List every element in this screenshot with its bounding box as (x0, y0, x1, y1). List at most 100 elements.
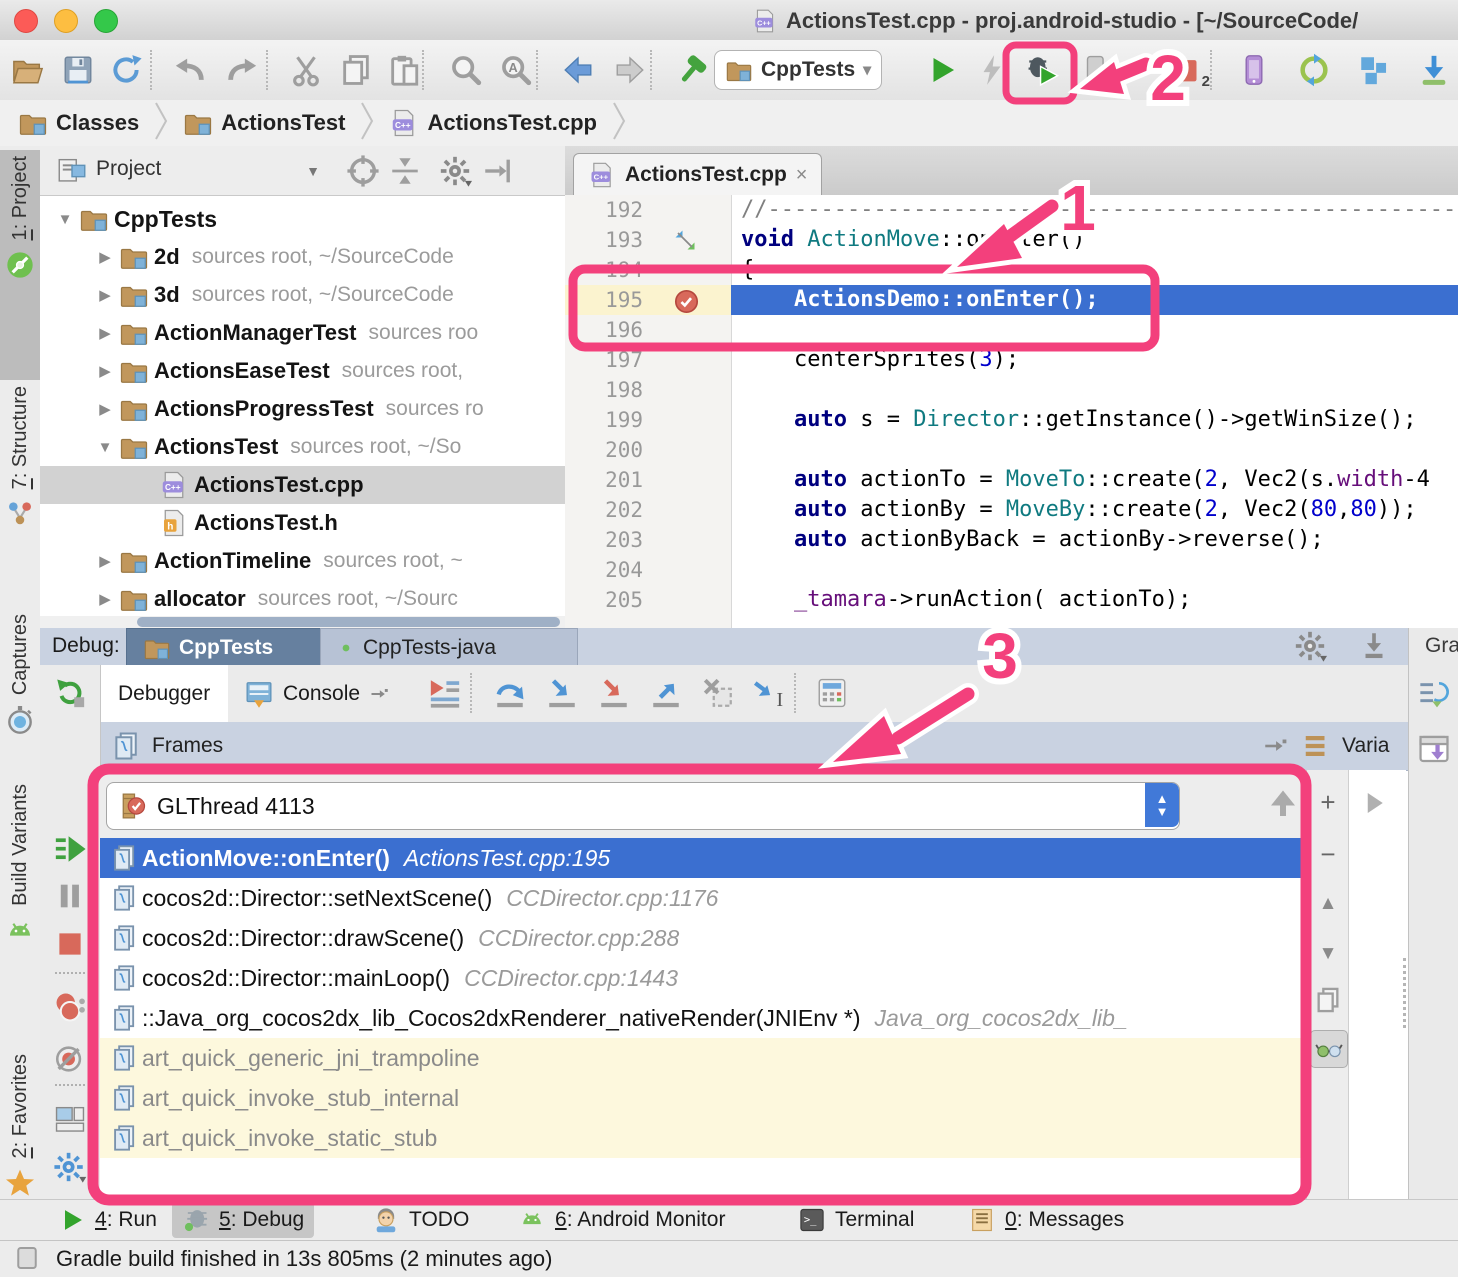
stack-frame[interactable]: ::Java_org_cocos2dx_lib_Cocos2dxRenderer… (100, 998, 1306, 1038)
tool-window-button-run[interactable]: 4: Run (48, 1202, 167, 1238)
gutter-line-201[interactable]: 201 (565, 465, 731, 495)
gutter-line-192[interactable]: 192 (565, 195, 731, 225)
find-button[interactable] (446, 52, 486, 88)
scroll-to-source-icon[interactable] (345, 154, 381, 188)
expand-variables-icon[interactable] (1359, 788, 1389, 818)
close-window-button[interactable] (14, 9, 38, 33)
sidebar-item-project[interactable]: 1: Project (0, 150, 40, 380)
profile-button[interactable]: 2 (1168, 52, 1208, 88)
projstruct-button[interactable] (1354, 52, 1394, 88)
previous-frame-icon[interactable] (1265, 786, 1301, 822)
tree-item-actionsprogresstest[interactable]: ▶ActionsProgressTestsources ro (40, 390, 565, 428)
gradlesync-button[interactable] (1294, 52, 1334, 88)
back-button[interactable] (558, 52, 598, 88)
tree-item-actionstest-h[interactable]: hActionsTest.h (40, 504, 565, 542)
cut-button[interactable] (286, 52, 326, 88)
avd-button[interactable] (1234, 52, 1274, 88)
code-text[interactable] (731, 375, 1458, 405)
tree-item-cpptests[interactable]: ▼CppTests (40, 200, 565, 238)
debug-settings-gear-icon[interactable] (1292, 629, 1328, 663)
gutter-line-198[interactable]: 198 (565, 375, 731, 405)
execution-line[interactable]: ActionsDemo::onEnter(); (731, 285, 1458, 315)
apply-button[interactable] (972, 52, 1012, 88)
stack-frame[interactable]: art_quick_invoke_stub_internal (100, 1078, 1306, 1118)
exec-point-button[interactable] (425, 675, 465, 711)
chevron-right-icon[interactable]: ▶ (92, 400, 118, 418)
gutter-line-204[interactable]: 204 (565, 555, 731, 585)
copy-stack-button[interactable] (1310, 982, 1346, 1018)
hammer-button[interactable] (672, 52, 712, 88)
stack-frame[interactable]: ActionMove::onEnter()ActionsTest.cpp:195 (100, 838, 1306, 878)
breakpoint-icon[interactable] (673, 288, 700, 315)
collapse-all-icon[interactable] (387, 154, 423, 188)
paste-button[interactable] (384, 52, 424, 88)
force-step-into-button[interactable] (594, 675, 634, 711)
move-frame-down-button[interactable]: ▼ (1310, 936, 1346, 972)
sync-button[interactable] (106, 52, 146, 88)
sidebar-item-build-variants[interactable]: Build Variants (0, 778, 40, 1048)
tree-item-actionstest-cpp[interactable]: C++ActionsTest.cpp (40, 466, 565, 504)
open-folder-button[interactable] (8, 52, 48, 88)
step-into-button[interactable] (542, 675, 582, 711)
breadcrumb-item-actionstest-cpp[interactable]: C++ActionsTest.cpp (389, 108, 597, 138)
move-frame-up-button[interactable]: ▲ (1310, 886, 1346, 922)
tool-window-button-messages[interactable]: 0: Messages (958, 1202, 1134, 1238)
sidebar-item-structure[interactable]: 7: Structure (0, 380, 40, 610)
code-text[interactable]: _tamara->runAction( actionTo); (731, 585, 1458, 615)
gutter-line-203[interactable]: 203 (565, 525, 731, 555)
code-text[interactable] (731, 315, 1458, 345)
gutter-line-197[interactable]: 197 (565, 345, 731, 375)
code-text[interactable]: void ActionMove::onEnter() (731, 225, 1458, 255)
drop-frame-button[interactable] (698, 675, 738, 711)
sidebar-item-captures[interactable]: Captures (0, 608, 40, 752)
tree-item-allocator[interactable]: ▶allocatorsources root, ~/Sourc (40, 580, 565, 618)
gear-blue-button[interactable] (52, 1149, 88, 1185)
replace-button[interactable]: A (496, 52, 536, 88)
save-button[interactable] (58, 52, 98, 88)
resume-button[interactable] (52, 831, 88, 867)
gutter-line-199[interactable]: 199 (565, 405, 731, 435)
tree-item-actionstest[interactable]: ▼ActionsTestsources root, ~/So (40, 428, 565, 466)
show-watches-button[interactable] (1310, 1030, 1348, 1068)
close-tab-icon[interactable]: × (796, 164, 808, 187)
run-configuration-selector[interactable]: CppTests▾ (714, 50, 882, 90)
code-text[interactable]: auto actionTo = MoveTo::create(2, Vec2(s… (731, 465, 1458, 495)
variables-menu-icon[interactable] (1302, 731, 1332, 761)
stack-frame[interactable]: cocos2d::Director::drawScene()CCDirector… (100, 918, 1306, 958)
code-text[interactable]: auto actionBy = MoveBy::create(2, Vec2(8… (731, 495, 1458, 525)
stack-frame[interactable]: cocos2d::Director::mainLoop()CCDirector.… (100, 958, 1306, 998)
chevron-right-icon[interactable]: ▶ (92, 552, 118, 570)
gutter-line-200[interactable]: 200 (565, 435, 731, 465)
gradle-import-icon[interactable] (1417, 732, 1451, 766)
thread-selector-stepper[interactable]: ▲▼ (1145, 783, 1179, 827)
run-button[interactable] (922, 52, 962, 88)
code-text[interactable]: centerSprites(3); (731, 345, 1458, 375)
chevron-down-icon[interactable]: ▼ (92, 439, 118, 456)
gutter-line-193[interactable]: 193 (565, 225, 731, 255)
add-watch-button[interactable]: + (1310, 784, 1346, 820)
gutter-line-195[interactable]: 195 (565, 285, 731, 315)
stack-frame[interactable]: art_quick_generic_jni_trampoline (100, 1038, 1306, 1078)
code-text[interactable]: auto s = Director::getInstance()->getWin… (731, 405, 1458, 435)
debug-session-tab-cpptests[interactable]: CppTests (126, 628, 352, 667)
copy-button[interactable] (336, 52, 376, 88)
tool-window-button-android-monitor[interactable]: 6: Android Monitor (508, 1202, 735, 1238)
redo-button[interactable] (222, 52, 262, 88)
forward-button[interactable] (610, 52, 650, 88)
undo-button[interactable] (170, 52, 210, 88)
tab-debugger[interactable]: Debugger (100, 665, 228, 722)
code-text[interactable] (731, 555, 1458, 585)
chevron-down-icon[interactable]: ▼ (52, 211, 78, 228)
tool-window-button-terminal[interactable]: >_Terminal (788, 1202, 924, 1238)
project-hscrollbar-thumb[interactable] (137, 617, 560, 627)
gutter-line-194[interactable]: 194 (565, 255, 731, 285)
stack-frame[interactable]: art_quick_invoke_static_stub (100, 1118, 1306, 1158)
project-settings-gear-icon[interactable] (437, 154, 473, 188)
gutter-line-205[interactable]: 205 (565, 585, 731, 615)
gradle-sync-icon[interactable] (1417, 678, 1449, 710)
pin-panel-icon[interactable] (1356, 629, 1392, 663)
breadcrumb-item-classes[interactable]: Classes (18, 108, 139, 138)
tab-console[interactable]: Console (226, 665, 407, 722)
tool-window-button-debug[interactable]: 5: Debug (172, 1202, 314, 1238)
tree-item-actionseasetest[interactable]: ▶ActionsEaseTestsources root, (40, 352, 565, 390)
